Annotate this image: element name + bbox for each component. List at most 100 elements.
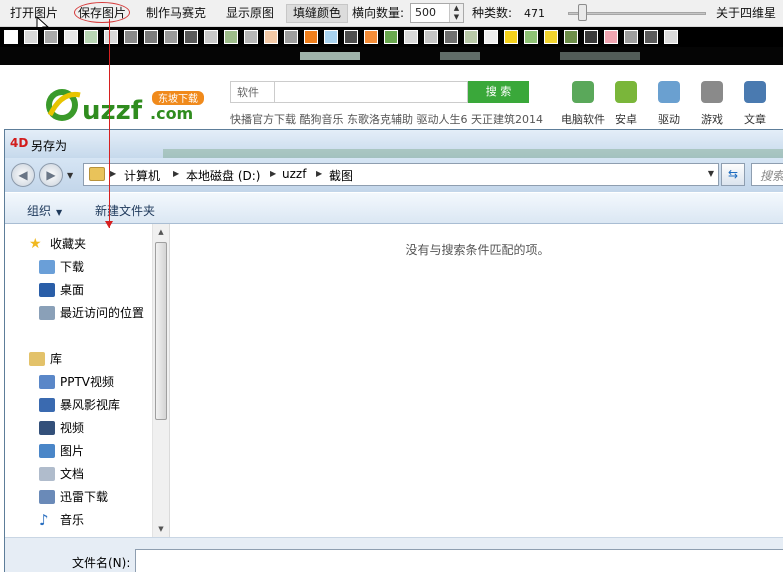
color-swatch[interactable] [124, 30, 138, 44]
color-swatch[interactable] [184, 30, 198, 44]
breadcrumb-screenshots[interactable]: 截图 [329, 167, 353, 184]
nav-item[interactable]: PPTV视频 [39, 373, 114, 393]
color-swatch[interactable] [624, 30, 638, 44]
save-image-button[interactable]: 保存图片 [78, 4, 126, 23]
nav-item[interactable]: 文档 [39, 465, 84, 485]
color-swatch[interactable] [604, 30, 618, 44]
horizontal-count-label: 横向数量: [352, 6, 405, 20]
color-swatch[interactable] [44, 30, 58, 44]
site-search-category[interactable]: 软件 [230, 81, 274, 103]
slider-track[interactable] [568, 12, 706, 15]
refresh-button[interactable]: ⇆ [721, 163, 745, 186]
site-nav-item[interactable]: 文章 [730, 81, 780, 127]
show-original-button[interactable]: 显示原图 [226, 4, 274, 23]
color-swatch[interactable] [504, 30, 518, 44]
color-swatch[interactable] [564, 30, 578, 44]
nav-item[interactable]: 图片 [39, 442, 84, 462]
pictures-icon [39, 443, 55, 458]
color-swatch[interactable] [104, 30, 118, 44]
nav-item[interactable]: ♪ 音乐 [39, 511, 84, 531]
color-swatch[interactable] [244, 30, 258, 44]
stepper-down-icon[interactable]: ▼ [449, 13, 463, 22]
fill-color-button[interactable]: 填缝颜色 [286, 4, 349, 23]
nav-item[interactable]: 库 [29, 350, 62, 370]
color-swatch[interactable] [324, 30, 338, 44]
filename-input[interactable] [135, 549, 783, 572]
dialog-search-input[interactable]: 搜索 [751, 163, 783, 186]
hot-links[interactable]: 快播官方下载 酷狗音乐 东歌洛克辅助 驱动人生6 天正建筑2014 [230, 111, 543, 127]
color-swatch[interactable] [484, 30, 498, 44]
nav-item-label: 最近访问的位置 [60, 306, 145, 320]
media-library-icon [39, 397, 55, 412]
site-nav-icon [701, 81, 723, 103]
breadcrumb-separator-icon[interactable]: ▶ [270, 169, 276, 178]
recent-places-icon [39, 305, 55, 320]
stepper-up-icon[interactable]: ▲ [449, 4, 463, 13]
nav-item[interactable]: 暴风影视库 [39, 396, 120, 416]
color-swatch[interactable] [544, 30, 558, 44]
horizontal-count-stepper[interactable]: 500 ▲ ▼ [410, 3, 464, 23]
history-dropdown-icon[interactable]: ▼ [67, 171, 73, 180]
folder-icon [89, 167, 105, 181]
scroll-up-icon[interactable]: ▲ [153, 224, 169, 240]
color-swatch[interactable] [304, 30, 318, 44]
slider-thumb[interactable] [578, 4, 587, 21]
color-swatch[interactable] [384, 30, 398, 44]
nav-item[interactable]: 下载 [39, 258, 84, 278]
breadcrumb-drive[interactable]: 本地磁盘 (D:) [186, 167, 260, 184]
color-swatch[interactable] [524, 30, 538, 44]
organize-button[interactable]: 组织 ▼ [27, 202, 62, 219]
color-swatch[interactable] [264, 30, 278, 44]
color-swatch[interactable] [64, 30, 78, 44]
address-dropdown-icon[interactable]: ▼ [708, 169, 714, 178]
color-swatch[interactable] [644, 30, 658, 44]
back-button[interactable]: ◀ [11, 163, 35, 187]
color-swatch[interactable] [444, 30, 458, 44]
desktop-icon [39, 282, 55, 297]
nav-item-label: 文档 [60, 467, 85, 481]
color-swatch[interactable] [584, 30, 598, 44]
site-search-input[interactable] [274, 81, 468, 103]
color-swatch[interactable] [204, 30, 218, 44]
color-swatch[interactable] [284, 30, 298, 44]
color-swatch[interactable] [4, 30, 18, 44]
scroll-thumb[interactable] [155, 242, 167, 420]
address-bar[interactable]: ▶ 计算机 ▶ 本地磁盘 (D:) ▶ uzzf ▶ 截图 ▼ [83, 163, 719, 186]
breadcrumb-separator-icon[interactable]: ▶ [110, 169, 116, 178]
breadcrumb-separator-icon[interactable]: ▶ [316, 169, 322, 178]
color-swatch[interactable] [364, 30, 378, 44]
breadcrumb-computer[interactable]: 计算机 [124, 167, 160, 184]
nav-scrollbar[interactable]: ▲ ▼ [152, 224, 169, 537]
nav-item-label: 库 [50, 352, 63, 366]
about-button[interactable]: 关于四维星 [716, 4, 776, 23]
color-swatch[interactable] [224, 30, 238, 44]
nav-item[interactable]: 视频 [39, 419, 84, 439]
scroll-down-icon[interactable]: ▼ [153, 521, 169, 537]
forward-button[interactable]: ▶ [39, 163, 63, 187]
make-mosaic-button[interactable]: 制作马赛克 [146, 4, 206, 23]
horizontal-count-value[interactable]: 500 [415, 6, 436, 19]
color-swatch[interactable] [404, 30, 418, 44]
color-swatch[interactable] [344, 30, 358, 44]
breadcrumb-separator-icon[interactable]: ▶ [173, 169, 179, 178]
nav-item[interactable]: 迅雷下载 [39, 488, 108, 508]
color-swatch[interactable] [164, 30, 178, 44]
color-swatch[interactable] [84, 30, 98, 44]
empty-results-message: 没有与搜索条件匹配的项。 [405, 243, 550, 257]
breadcrumb-uzzf[interactable]: uzzf [282, 167, 306, 181]
nav-item[interactable]: ★ 收藏夹 [29, 235, 86, 255]
dialog-titlebar[interactable]: 4D 另存为 [5, 130, 783, 163]
color-swatch[interactable] [144, 30, 158, 44]
color-swatch[interactable] [664, 30, 678, 44]
site-search-button[interactable]: 搜 索 [468, 81, 529, 103]
music-icon: ♪ [39, 510, 49, 529]
address-row: ◀ ▶ ▼ ▶ 计算机 ▶ 本地磁盘 (D:) ▶ uzzf ▶ 截图 ▼ ⇆ … [5, 158, 783, 192]
nav-item[interactable]: 最近访问的位置 [39, 304, 144, 324]
color-swatch[interactable] [464, 30, 478, 44]
color-swatch[interactable] [424, 30, 438, 44]
nav-item[interactable]: 桌面 [39, 281, 84, 301]
new-folder-button[interactable]: 新建文件夹 [95, 202, 155, 219]
file-list-area[interactable]: 没有与搜索条件匹配的项。 [169, 224, 783, 537]
open-image-button[interactable]: 打开图片 [10, 4, 58, 23]
color-swatch[interactable] [24, 30, 38, 44]
